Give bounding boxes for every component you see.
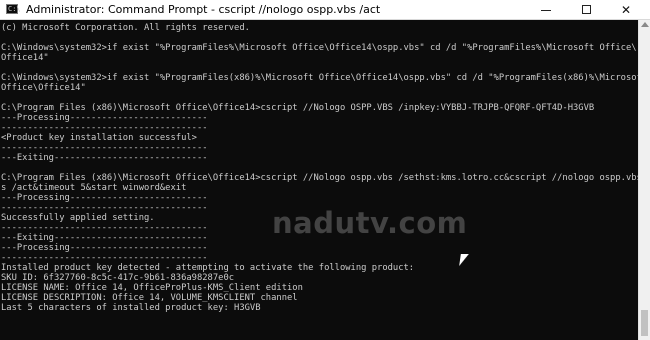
console-line: C:\Program Files (x86)\Microsoft Office\…	[1, 173, 638, 183]
minimize-button[interactable]	[526, 0, 566, 19]
title-bar[interactable]: C:\ Administrator: Command Prompt - cscr…	[0, 0, 650, 20]
console-line: LICENSE NAME: Office 14, OfficeProPlus-K…	[1, 283, 303, 293]
console-line: ---------------------------------------	[1, 123, 208, 133]
console-line: ---Processing--------------------------	[1, 193, 208, 203]
maximize-icon	[581, 5, 591, 14]
console-line: s /act&timeout 5&start winword&exit	[1, 183, 187, 193]
scroll-up-arrow-icon[interactable]	[641, 22, 649, 27]
console-line: ---------------------------------------	[1, 253, 208, 263]
console-line: ---------------------------------------	[1, 203, 208, 213]
close-button[interactable]: ✕	[606, 0, 646, 19]
console-line: Office14"	[1, 53, 49, 63]
console-line: <Product key installation successful>	[1, 133, 197, 143]
console-line: LICENSE DESCRIPTION: Office 14, VOLUME_K…	[1, 293, 298, 303]
console-line: ---Exiting-----------------------------	[1, 233, 208, 243]
console-line: ---------------------------------------	[1, 143, 208, 153]
window-title: Administrator: Command Prompt - cscript …	[26, 3, 381, 16]
minimize-icon	[541, 10, 551, 11]
close-icon: ✕	[620, 2, 632, 17]
console-line: C:\Windows\system32>if exist "%ProgramFi…	[1, 43, 637, 53]
command-prompt-icon[interactable]: C:\	[6, 4, 21, 14]
console-line: Office\Office14"	[1, 83, 86, 93]
console-line: C:\Windows\system32>if exist "%ProgramFi…	[1, 73, 638, 83]
console-line: C:\Program Files (x86)\Microsoft Office\…	[1, 103, 595, 113]
console-line: (c) Microsoft Corporation. All rights re…	[1, 23, 250, 33]
maximize-button[interactable]	[566, 0, 606, 19]
mouse-pointer-icon	[459, 254, 469, 266]
scrollbar-thumb[interactable]	[641, 310, 648, 336]
console-line: Installed product key detected - attempt…	[1, 263, 415, 273]
console-line: ---Processing--------------------------	[1, 113, 208, 123]
console-line: ---Processing--------------------------	[1, 243, 208, 253]
console-line: ---------------------------------------	[1, 223, 208, 233]
console-line: Successfully applied setting.	[1, 213, 155, 223]
console-line: ---Exiting-----------------------------	[1, 153, 208, 163]
vertical-scrollbar[interactable]	[638, 20, 650, 340]
console-output[interactable]: (c) Microsoft Corporation. All rights re…	[0, 20, 638, 340]
console-line: Last 5 characters of installed product k…	[1, 303, 261, 313]
console-line: SKU ID: 6f327760-8c5c-417c-9b61-836a9828…	[1, 273, 235, 283]
